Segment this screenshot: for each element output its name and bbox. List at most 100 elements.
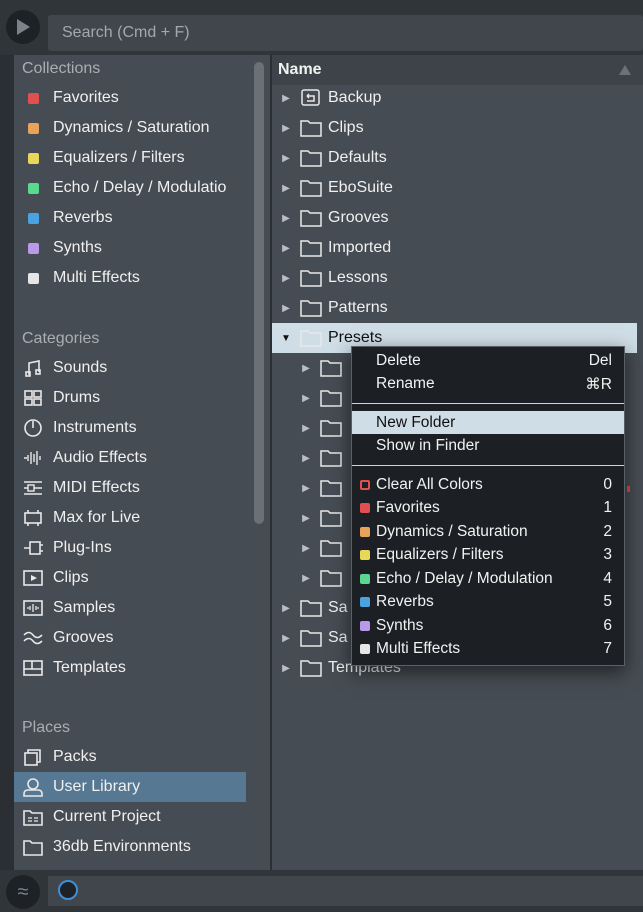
collapsed-arrow-icon[interactable]: ▶	[278, 633, 294, 644]
collapsed-arrow-icon[interactable]: ▶	[278, 303, 294, 314]
collections-title: Collections	[22, 60, 101, 77]
collapsed-arrow-icon[interactable]: ▶	[278, 153, 294, 164]
context-menu-item[interactable]: Echo / Delay / Modulation 4	[352, 567, 624, 590]
collection-item[interactable]: Multi Effects	[14, 263, 254, 293]
category-item[interactable]: Max for Live	[14, 503, 254, 533]
menu-shortcut: 7	[603, 640, 612, 657]
preview-play-button[interactable]	[6, 10, 40, 44]
file-row[interactable]: ▶ Backup	[272, 83, 637, 113]
file-row[interactable]: ▶ Patterns	[272, 293, 637, 323]
folder-icon	[320, 390, 342, 407]
place-item[interactable]: 36db Environments	[14, 832, 254, 862]
context-menu-item[interactable]: Synths 6	[352, 614, 624, 637]
file-row[interactable]: ▶ Lessons	[272, 263, 637, 293]
category-item[interactable]: Audio Effects	[14, 443, 254, 473]
search-input[interactable]	[48, 15, 643, 51]
category-item[interactable]: Instruments	[14, 413, 254, 443]
context-menu-item[interactable]: Delete Del	[352, 349, 624, 372]
collapsed-arrow-icon[interactable]: ▶	[278, 273, 294, 284]
expanded-arrow-icon[interactable]: ▼	[278, 333, 294, 344]
file-row[interactable]: ▶ EboSuite	[272, 173, 637, 203]
context-menu-item[interactable]: Clear All Colors 0	[352, 473, 624, 496]
file-label: Sa	[328, 599, 348, 616]
context-menu-item[interactable]: Multi Effects 7	[352, 638, 624, 661]
folder-icon	[320, 570, 342, 587]
folder-icon	[300, 180, 322, 197]
collapsed-arrow-icon[interactable]: ▶	[298, 513, 314, 524]
collection-item[interactable]: Synths	[14, 233, 254, 263]
category-label: Clips	[53, 569, 89, 586]
name-column-header[interactable]: Name	[272, 55, 643, 85]
file-label: Defaults	[328, 149, 387, 166]
collapsed-arrow-icon[interactable]: ▶	[278, 663, 294, 674]
collapsed-arrow-icon[interactable]: ▶	[298, 423, 314, 434]
category-item[interactable]: Samples	[14, 593, 254, 623]
collapsed-arrow-icon[interactable]: ▶	[298, 453, 314, 464]
sounds-icon	[25, 360, 41, 377]
context-menu-item[interactable]: New Folder	[352, 411, 624, 434]
category-item[interactable]: Plug-Ins	[14, 533, 254, 563]
collapsed-arrow-icon[interactable]: ▶	[298, 363, 314, 374]
collection-item[interactable]: Reverbs	[14, 203, 254, 233]
categories-title: Categories	[22, 330, 100, 347]
place-item[interactable]: Current Project	[14, 802, 254, 832]
menu-item-label: Reverbs	[376, 593, 434, 610]
collapsed-arrow-icon[interactable]: ▶	[298, 573, 314, 584]
context-menu-item[interactable]: Show in Finder	[352, 435, 624, 458]
folder-icon	[300, 660, 322, 677]
menu-shortcut: 3	[603, 546, 612, 563]
collapsed-arrow-icon[interactable]: ▶	[278, 183, 294, 194]
place-item[interactable]: Packs	[14, 742, 254, 772]
collapsed-arrow-icon[interactable]: ▶	[278, 603, 294, 614]
info-icon[interactable]	[58, 880, 78, 900]
collection-item[interactable]: Dynamics / Saturation	[14, 113, 254, 143]
collection-label: Reverbs	[53, 209, 113, 226]
search-field[interactable]	[48, 15, 643, 51]
place-item[interactable]: User Library	[14, 772, 246, 802]
collapsed-arrow-icon[interactable]: ▶	[278, 243, 294, 254]
collapsed-arrow-icon[interactable]: ▶	[298, 483, 314, 494]
context-menu-item[interactable]: Favorites 1	[352, 497, 624, 520]
sidebar-scrollbar[interactable]	[254, 62, 264, 524]
folder-icon	[300, 630, 322, 647]
menu-item-label: Synths	[376, 616, 424, 634]
category-item[interactable]: Clips	[14, 563, 254, 593]
category-item[interactable]: Grooves	[14, 623, 254, 653]
folder-icon	[320, 360, 342, 377]
menu-separator	[352, 465, 624, 466]
file-row[interactable]: ▶ Clips	[272, 113, 637, 143]
category-label: Max for Live	[53, 509, 141, 526]
category-item[interactable]: Drums	[14, 383, 254, 413]
collection-label: Equalizers / Filters	[53, 149, 185, 166]
file-row[interactable]: ▶ Imported	[272, 233, 637, 263]
collapsed-arrow-icon[interactable]: ▶	[278, 93, 294, 104]
category-label: Audio Effects	[53, 449, 147, 466]
context-menu-item[interactable]: Rename ⌘R	[352, 373, 624, 396]
menu-shortcut: ⌘R	[585, 375, 612, 393]
collapsed-arrow-icon[interactable]: ▶	[298, 393, 314, 404]
collapsed-arrow-icon[interactable]: ▶	[278, 213, 294, 224]
file-row[interactable]: ▶ Grooves	[272, 203, 637, 233]
menu-shortcut: 5	[603, 593, 612, 610]
file-label: Presets	[328, 329, 383, 346]
collapsed-arrow-icon[interactable]: ▶	[298, 543, 314, 554]
category-item[interactable]: MIDI Effects	[14, 473, 254, 503]
file-label: Backup	[328, 89, 382, 106]
color-swatch	[360, 620, 370, 631]
collection-item[interactable]: Echo / Delay / Modulatio	[14, 173, 254, 203]
sort-ascending-icon[interactable]	[619, 65, 631, 75]
context-menu-item[interactable]: Dynamics / Saturation 2	[352, 520, 624, 543]
folder-icon	[300, 600, 322, 617]
context-menu-item[interactable]: Reverbs 5	[352, 591, 624, 614]
collection-item[interactable]: Favorites	[14, 83, 254, 113]
folder-icon	[23, 840, 43, 856]
category-item[interactable]: Templates	[14, 653, 254, 683]
file-row[interactable]: ▶ Defaults	[272, 143, 637, 173]
context-menu: Delete Del Rename ⌘R New Folder Show in Finde…	[351, 346, 625, 666]
collection-item[interactable]: Equalizers / Filters	[14, 143, 254, 173]
waveform-toggle-button[interactable]: ≈	[6, 875, 40, 909]
category-item[interactable]: Sounds	[14, 353, 254, 383]
category-label: Templates	[53, 659, 126, 676]
context-menu-item[interactable]: Equalizers / Filters 3	[352, 544, 624, 567]
collapsed-arrow-icon[interactable]: ▶	[278, 123, 294, 134]
